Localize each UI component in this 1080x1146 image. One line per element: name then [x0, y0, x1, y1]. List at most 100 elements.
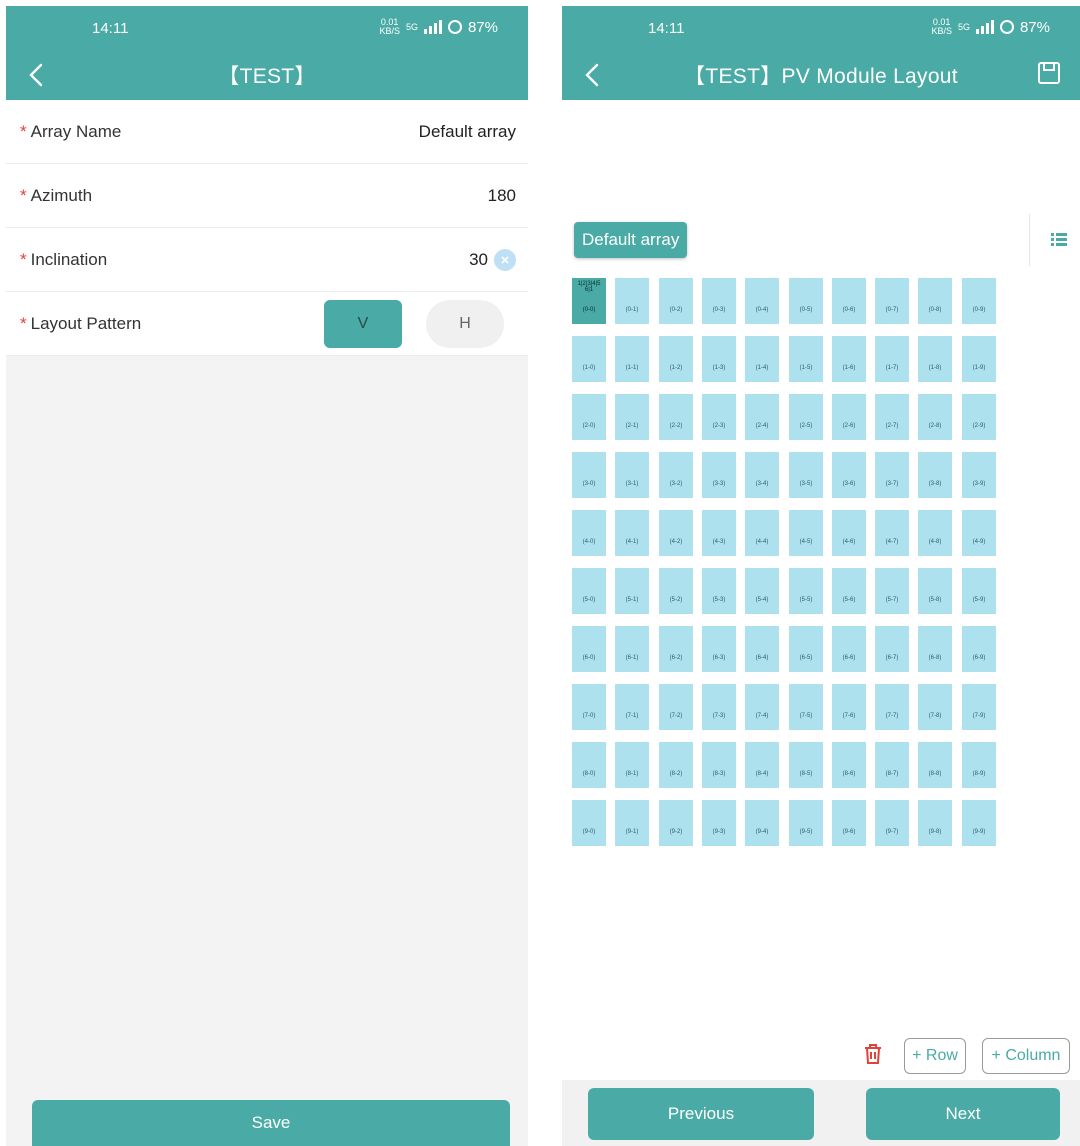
- pv-module-cell[interactable]: (4-2): [659, 510, 693, 556]
- pv-module-cell[interactable]: (8-0): [572, 742, 606, 788]
- list-icon[interactable]: [1050, 230, 1068, 248]
- pv-module-cell[interactable]: (4-0): [572, 510, 606, 556]
- pv-module-cell[interactable]: (8-6): [832, 742, 866, 788]
- layout-vertical-button[interactable]: V: [324, 299, 402, 348]
- pv-module-cell[interactable]: (8-5): [789, 742, 823, 788]
- pv-module-cell[interactable]: (6-4): [745, 626, 779, 672]
- trash-icon[interactable]: [862, 1042, 884, 1066]
- pv-module-cell[interactable]: (4-7): [875, 510, 909, 556]
- pv-module-cell[interactable]: (7-9): [962, 684, 996, 730]
- pv-module-cell[interactable]: (1-7): [875, 336, 909, 382]
- pv-module-cell[interactable]: (3-1): [615, 452, 649, 498]
- pv-module-cell[interactable]: (0-6): [832, 278, 866, 324]
- pv-module-cell[interactable]: (9-2): [659, 800, 693, 846]
- save-button[interactable]: Save: [32, 1100, 510, 1146]
- azimuth-value[interactable]: 180: [488, 186, 516, 206]
- pv-module-cell[interactable]: (2-6): [832, 394, 866, 440]
- inclination-field[interactable]: 30: [469, 248, 516, 271]
- pv-module-cell[interactable]: (0-3): [702, 278, 736, 324]
- pv-module-cell[interactable]: (4-9): [962, 510, 996, 556]
- add-column-button[interactable]: + Column: [982, 1038, 1070, 1074]
- pv-module-cell[interactable]: (5-9): [962, 568, 996, 614]
- pv-module-cell[interactable]: (1-8): [918, 336, 952, 382]
- pv-module-cell[interactable]: (6-6): [832, 626, 866, 672]
- layout-horizontal-button[interactable]: H: [426, 299, 504, 348]
- pv-module-cell[interactable]: (4-5): [789, 510, 823, 556]
- pv-module-cell[interactable]: (3-5): [789, 452, 823, 498]
- pv-module-cell[interactable]: (8-3): [702, 742, 736, 788]
- pv-module-cell[interactable]: (9-8): [918, 800, 952, 846]
- pv-module-cell[interactable]: 1|2|3|4|5 6|1 (0-0): [572, 278, 606, 324]
- pv-module-cell[interactable]: (4-3): [702, 510, 736, 556]
- pv-module-cell[interactable]: (1-9): [962, 336, 996, 382]
- pv-module-cell[interactable]: (7-6): [832, 684, 866, 730]
- pv-module-cell[interactable]: (2-7): [875, 394, 909, 440]
- pv-module-cell[interactable]: (8-2): [659, 742, 693, 788]
- pv-module-cell[interactable]: (9-6): [832, 800, 866, 846]
- pv-module-cell[interactable]: (3-0): [572, 452, 606, 498]
- pv-module-cell[interactable]: (5-3): [702, 568, 736, 614]
- array-name-row[interactable]: * Array Name Default array: [6, 100, 528, 164]
- pv-module-cell[interactable]: (5-6): [832, 568, 866, 614]
- pv-module-cell[interactable]: (5-4): [745, 568, 779, 614]
- pv-module-cell[interactable]: (5-1): [615, 568, 649, 614]
- previous-button[interactable]: Previous: [588, 1088, 814, 1140]
- pv-module-cell[interactable]: (2-3): [702, 394, 736, 440]
- pv-module-cell[interactable]: (5-5): [789, 568, 823, 614]
- pv-module-cell[interactable]: (8-7): [875, 742, 909, 788]
- pv-module-cell[interactable]: (7-2): [659, 684, 693, 730]
- pv-module-cell[interactable]: (3-4): [745, 452, 779, 498]
- pv-module-cell[interactable]: (6-2): [659, 626, 693, 672]
- pv-module-cell[interactable]: (6-1): [615, 626, 649, 672]
- pv-module-cell[interactable]: (6-9): [962, 626, 996, 672]
- pv-module-cell[interactable]: (7-8): [918, 684, 952, 730]
- pv-module-cell[interactable]: (9-1): [615, 800, 649, 846]
- pv-module-cell[interactable]: (6-8): [918, 626, 952, 672]
- pv-module-cell[interactable]: (1-1): [615, 336, 649, 382]
- pv-module-cell[interactable]: (9-5): [789, 800, 823, 846]
- pv-module-cell[interactable]: (7-1): [615, 684, 649, 730]
- pv-module-cell[interactable]: (7-3): [702, 684, 736, 730]
- pv-module-cell[interactable]: (9-3): [702, 800, 736, 846]
- pv-module-cell[interactable]: (1-5): [789, 336, 823, 382]
- pv-module-cell[interactable]: (2-8): [918, 394, 952, 440]
- pv-module-cell[interactable]: (0-9): [962, 278, 996, 324]
- pv-module-cell[interactable]: (0-7): [875, 278, 909, 324]
- pv-module-cell[interactable]: (1-2): [659, 336, 693, 382]
- array-name-value[interactable]: Default array: [419, 122, 516, 142]
- pv-module-cell[interactable]: (3-3): [702, 452, 736, 498]
- pv-module-cell[interactable]: (9-0): [572, 800, 606, 846]
- pv-module-cell[interactable]: (0-2): [659, 278, 693, 324]
- save-icon[interactable]: [1036, 60, 1062, 86]
- pv-module-cell[interactable]: (4-1): [615, 510, 649, 556]
- pv-module-cell[interactable]: (3-9): [962, 452, 996, 498]
- clear-icon[interactable]: [494, 248, 516, 271]
- pv-module-cell[interactable]: (0-4): [745, 278, 779, 324]
- pv-module-cell[interactable]: (5-7): [875, 568, 909, 614]
- pv-module-cell[interactable]: (1-3): [702, 336, 736, 382]
- pv-module-cell[interactable]: (5-0): [572, 568, 606, 614]
- pv-module-cell[interactable]: (7-5): [789, 684, 823, 730]
- pv-module-cell[interactable]: (0-8): [918, 278, 952, 324]
- pv-module-cell[interactable]: (3-2): [659, 452, 693, 498]
- pv-module-cell[interactable]: (8-9): [962, 742, 996, 788]
- pv-module-cell[interactable]: (7-4): [745, 684, 779, 730]
- pv-module-cell[interactable]: (4-6): [832, 510, 866, 556]
- azimuth-row[interactable]: * Azimuth 180: [6, 164, 528, 228]
- pv-module-cell[interactable]: (1-4): [745, 336, 779, 382]
- pv-module-cell[interactable]: (0-1): [615, 278, 649, 324]
- add-row-button[interactable]: + Row: [904, 1038, 966, 1074]
- pv-module-cell[interactable]: (5-2): [659, 568, 693, 614]
- pv-module-cell[interactable]: (6-5): [789, 626, 823, 672]
- pv-module-cell[interactable]: (5-8): [918, 568, 952, 614]
- pv-module-cell[interactable]: (3-8): [918, 452, 952, 498]
- pv-module-cell[interactable]: (8-8): [918, 742, 952, 788]
- pv-module-cell[interactable]: (2-5): [789, 394, 823, 440]
- pv-module-cell[interactable]: (7-7): [875, 684, 909, 730]
- pv-module-cell[interactable]: (9-4): [745, 800, 779, 846]
- pv-module-cell[interactable]: (4-8): [918, 510, 952, 556]
- pv-module-cell[interactable]: (1-0): [572, 336, 606, 382]
- pv-module-cell[interactable]: (9-7): [875, 800, 909, 846]
- pv-module-cell[interactable]: (8-1): [615, 742, 649, 788]
- next-button[interactable]: Next: [866, 1088, 1060, 1140]
